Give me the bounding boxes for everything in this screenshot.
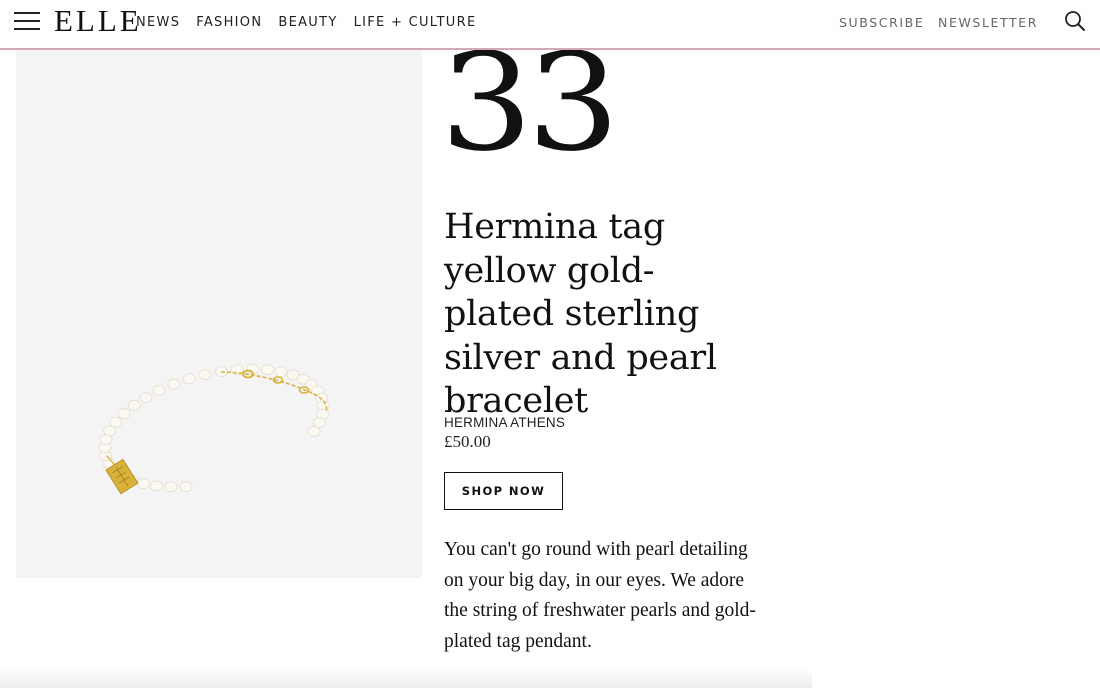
hamburger-menu-icon[interactable] [14,10,40,32]
pearl [152,385,166,396]
newsletter-link[interactable]: NEWSLETTER [938,15,1038,31]
nav-news[interactable]: NEWS [136,15,180,31]
nav-fashion[interactable]: FASHION [196,15,262,31]
menu-line [14,12,40,14]
pearl [137,478,150,490]
pearl [103,425,117,437]
pearl [127,399,141,411]
pearl [150,480,164,492]
product-price: £50.00 [444,432,491,451]
product-brand: HERMINA ATHENS [444,415,566,430]
pearl [198,369,212,381]
pearl [179,481,193,493]
bracelet-illustration [98,363,330,495]
bottom-shadow [0,668,812,688]
pearl [139,392,153,404]
elle-logo[interactable]: ELLE [54,4,142,38]
pearl [109,416,123,428]
menu-line [14,20,40,22]
nav-beauty[interactable]: BEAUTY [278,15,337,31]
pearl [274,366,288,378]
newsletter-wrap: NEWSLETTER [938,15,1038,31]
product-title: Hermina tag yellow gold-plated sterling … [444,207,717,421]
product-image[interactable] [16,50,422,578]
pearl [164,481,178,493]
pearl [307,425,321,437]
pearl [167,378,181,390]
pearl [117,408,131,420]
rank-number: 33 [440,24,620,182]
pearl [260,364,274,376]
subscribe-wrap: SUBSCRIBE [839,15,924,31]
menu-line [14,28,40,30]
main-nav: NEWS FASHION BEAUTY LIFE + CULTURE [136,15,492,31]
shop-now-button[interactable]: SHOP NOW [444,472,563,510]
nav-life-culture[interactable]: LIFE + CULTURE [354,15,477,31]
pearl [182,373,196,385]
search-icon[interactable] [1064,10,1086,32]
product-description: You can't go round with pearl detailing … [444,539,756,652]
subscribe-link[interactable]: SUBSCRIBE [839,15,924,31]
site-header: ELLE NEWS FASHION BEAUTY LIFE + CULTURE … [0,0,1100,50]
